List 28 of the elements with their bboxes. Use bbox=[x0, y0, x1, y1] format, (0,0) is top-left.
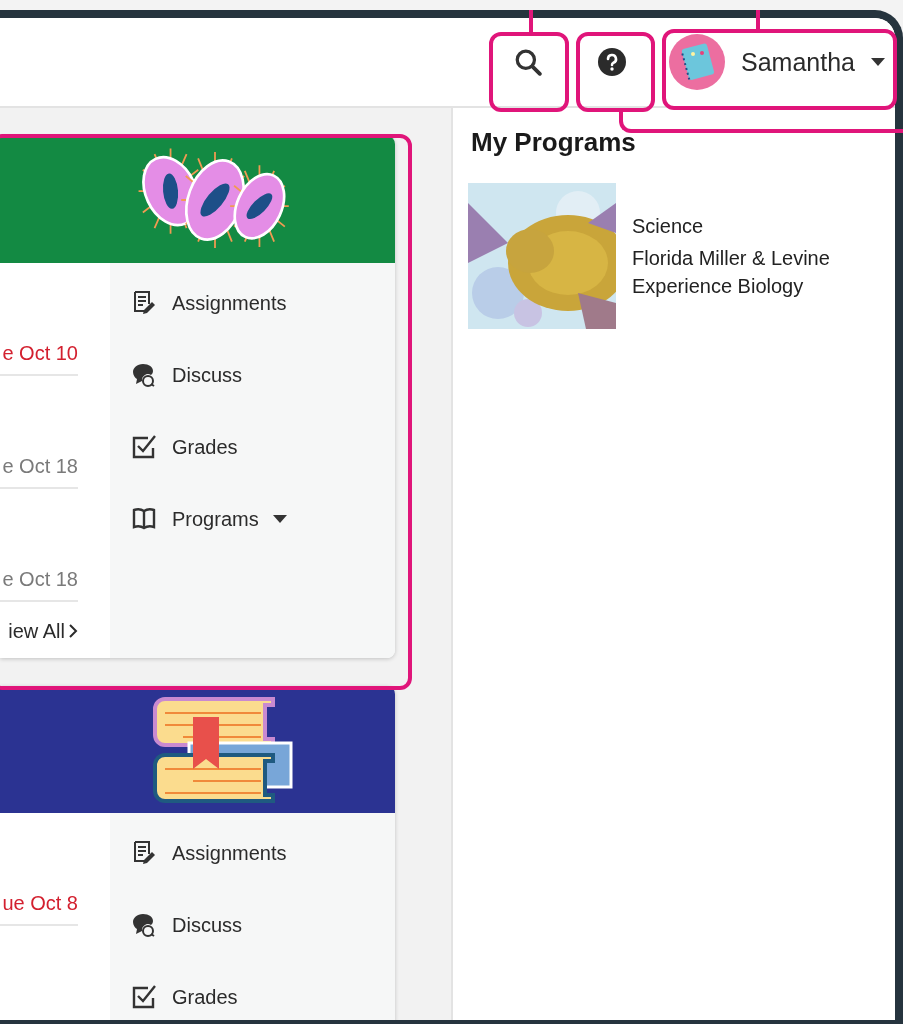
checkbox-icon bbox=[132, 984, 158, 1010]
help-button[interactable] bbox=[598, 48, 627, 76]
program-title-link[interactable]: Florida Miller & Levine Experience Biology bbox=[632, 244, 877, 300]
caret-icon bbox=[871, 58, 885, 66]
course-nav-link[interactable]: Grades bbox=[132, 961, 238, 1020]
program-subject: Science bbox=[632, 214, 705, 239]
search-icon bbox=[514, 48, 543, 76]
due-date: e Oct 18 bbox=[2, 454, 78, 478]
user-menu-button[interactable]: Samantha bbox=[669, 34, 885, 90]
book-icon bbox=[132, 506, 158, 532]
section-title: My Programs bbox=[471, 126, 637, 158]
checkbox-icon bbox=[132, 434, 158, 460]
course-nav-link[interactable]: Programs bbox=[132, 483, 287, 555]
avatar-icon bbox=[669, 34, 726, 90]
help-icon bbox=[598, 48, 627, 76]
due-date: ue Oct 8 bbox=[2, 891, 78, 915]
course-nav-link[interactable]: Assignments bbox=[132, 817, 287, 889]
course-nav-link[interactable]: Discuss bbox=[132, 339, 242, 411]
document-pencil-icon bbox=[132, 290, 158, 316]
course-nav-link[interactable]: Grades bbox=[132, 411, 238, 483]
search-button[interactable] bbox=[514, 48, 543, 76]
due-date: e Oct 18 bbox=[2, 567, 78, 591]
document-pencil-icon bbox=[132, 840, 158, 866]
course-nav-link[interactable]: Discuss bbox=[132, 889, 242, 961]
chevron-icon bbox=[69, 624, 78, 638]
view-all-link[interactable]: iew All bbox=[8, 619, 78, 643]
due-date: e Oct 10 bbox=[2, 341, 78, 365]
course-nav-link[interactable]: Assignments bbox=[132, 267, 287, 339]
